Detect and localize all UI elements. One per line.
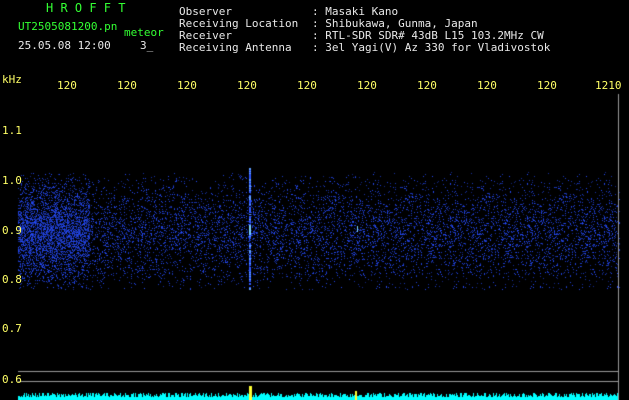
y-tick-label: 0.7: [2, 322, 22, 335]
tag-label: meteor: [124, 26, 164, 39]
count-label: 3_: [140, 39, 154, 52]
y-tick-label: 0.9: [2, 224, 22, 237]
x-tick-label: 120: [177, 79, 197, 92]
x-tick-label: 120: [537, 79, 557, 92]
spectrogram-canvas: [0, 0, 629, 400]
app-title: H R O F F T: [46, 1, 126, 15]
datetime-label: 25.05.08 12:00: [18, 39, 111, 52]
y-tick-label: 0.8: [2, 273, 22, 286]
x-tick-label: 120: [477, 79, 497, 92]
info-label-antenna: Receiving Antenna: [179, 41, 292, 54]
x-tick-label: 1210: [595, 79, 622, 92]
x-tick-label: 120: [57, 79, 77, 92]
x-tick-label: 120: [297, 79, 317, 92]
y-tick-label: 1.1: [2, 124, 22, 137]
y-tick-label: 0.6: [2, 373, 22, 386]
x-tick-label: 120: [357, 79, 377, 92]
y-axis-unit: kHz: [2, 73, 22, 86]
x-tick-label: 120: [117, 79, 137, 92]
x-tick-label: 120: [417, 79, 437, 92]
y-tick-label: 1.0: [2, 174, 22, 187]
info-value-antenna: : 3el Yagi(V) Az 330 for Vladivostok: [312, 41, 551, 54]
x-tick-label: 120: [237, 79, 257, 92]
filename-label: UT2505081200.pn: [18, 20, 118, 33]
